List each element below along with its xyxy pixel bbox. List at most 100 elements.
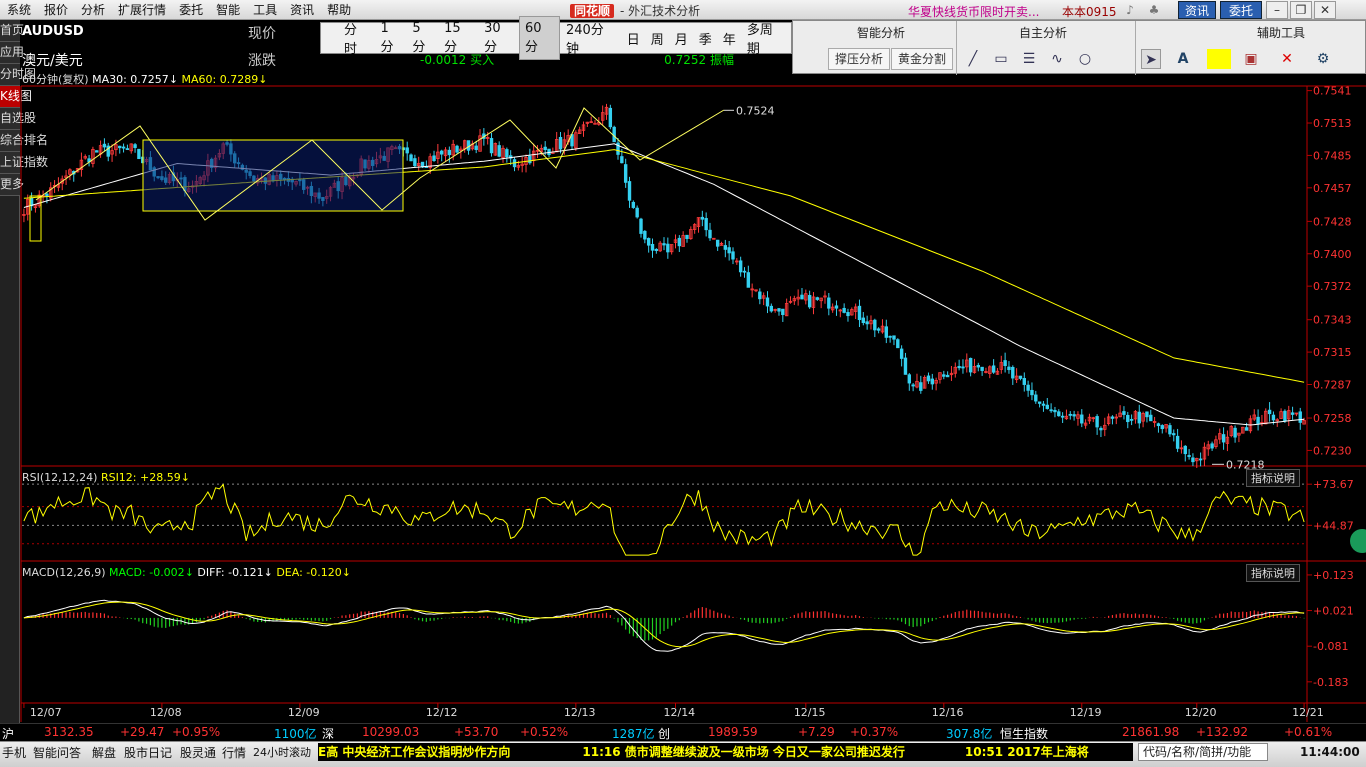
code-search-input[interactable]: 代码/名称/简拼/功能 [1138, 743, 1268, 761]
bottom-glt[interactable]: 股灵通 [180, 744, 216, 761]
candle-body [662, 243, 666, 246]
hs-value[interactable]: 21861.98 [1122, 725, 1179, 739]
ytick-label: 0.7230 [1313, 444, 1352, 457]
candle-body [807, 294, 812, 308]
macd-legend: MACD(12,26,9) MACD: -0.002↓ DIFF: -0.121… [22, 566, 351, 579]
candle-body [1072, 414, 1076, 417]
candle-body [543, 146, 547, 151]
candle-body [1126, 414, 1130, 423]
candle-body [1045, 404, 1049, 409]
candle-body [455, 145, 459, 153]
candle-body [635, 207, 639, 218]
hs-change: +132.92 [1196, 725, 1249, 739]
candle-body [961, 366, 965, 369]
sz-value[interactable]: 10299.03 [362, 725, 419, 739]
candle-body [903, 357, 908, 375]
xtick-label: 12/21 [1292, 706, 1324, 719]
candle-body [942, 374, 946, 377]
candle-body [1145, 411, 1149, 418]
candle-body [643, 230, 647, 240]
kline-chart[interactable]: 0.7541 0.7513 0.7485 0.7457 0.7428 0.7400 0.73… [0, 0, 1366, 767]
candle-body [1210, 443, 1214, 449]
bottom-diary[interactable]: 股市日记 [124, 744, 172, 761]
candle-body [1256, 416, 1260, 425]
sz-change: +53.70 [454, 725, 499, 739]
candle-body [639, 218, 643, 234]
hs-pct: +0.61% [1284, 725, 1333, 739]
rsi12-line [23, 483, 1305, 556]
candle-body [1122, 411, 1126, 415]
candle-body [1172, 433, 1176, 436]
candle-body [1168, 425, 1172, 435]
candle-body [919, 382, 923, 391]
candle-body [1099, 427, 1103, 431]
candle-body [409, 154, 413, 162]
candle-body [646, 238, 651, 246]
rsi-legend: RSI(12,12,24) RSI12: +28.59↓ [22, 471, 190, 484]
index-status-bar: 沪 3132.35 +29.47 +0.95% 1100亿 深 10299.03… [0, 723, 1366, 741]
candle-body [857, 305, 862, 321]
sh-amount: 1100亿 [274, 727, 317, 741]
bottom-jiepan[interactable]: 解盘 [92, 744, 116, 761]
candle-body [1095, 416, 1099, 428]
xtick-label: 12/07 [30, 706, 62, 719]
candle-body [1080, 414, 1084, 424]
high-label: 0.7524 [736, 104, 775, 117]
bottom-24h[interactable]: 24小时滚动 [253, 744, 311, 760]
candle-body [650, 243, 655, 251]
candle-body [704, 218, 708, 231]
cy-change: +7.29 [798, 725, 835, 739]
candle-body [439, 150, 444, 155]
candle-body [627, 181, 632, 201]
candle-body [1011, 366, 1015, 379]
hs-label: 恒生指数 [1000, 727, 1049, 741]
candle-body [846, 312, 850, 317]
ytick-label: 0.7513 [1313, 117, 1352, 130]
candle-body [1183, 445, 1187, 455]
candle-body [505, 149, 509, 158]
candle-body [911, 384, 915, 387]
rsi-explain-button[interactable]: 指标说明 [1246, 469, 1300, 487]
candle-body [1007, 366, 1011, 371]
rsi-ytick-label: +73.67 [1313, 478, 1354, 491]
sh-value[interactable]: 3132.35 [44, 725, 94, 739]
candle-body [907, 374, 912, 384]
candle-body [896, 339, 900, 349]
macd-ytick-label: +0.021 [1313, 605, 1354, 618]
macd-explain-button[interactable]: 指标说明 [1246, 564, 1300, 582]
ytick-label: 0.7457 [1313, 182, 1352, 195]
candle-body [899, 348, 904, 359]
candle-body [888, 335, 892, 338]
candle-body [1129, 418, 1134, 421]
candle-body [623, 164, 628, 183]
candle-body [1068, 413, 1072, 416]
float-badge-icon [1350, 529, 1366, 553]
candle-body [1034, 394, 1038, 402]
macd-ytick-label: +0.123 [1313, 569, 1354, 582]
candle-body [769, 305, 774, 312]
sz-pct: +0.52% [520, 725, 569, 739]
candle-body [137, 148, 141, 160]
bottom-bar: 手机 智能问答 解盘 股市日记 股灵通 行情 24小时滚动 E高 中央经济工作会… [0, 741, 1366, 767]
candle-body [991, 365, 996, 373]
candle-body [842, 307, 846, 313]
news-ticker[interactable]: E高 中央经济工作会议指明炒作方向 11:16 债市调整继续波及一级市场 今日又… [318, 743, 1133, 761]
xtick-label: 12/12 [426, 706, 458, 719]
bottom-quotes[interactable]: 行情 [222, 744, 246, 761]
candle-body [777, 308, 781, 312]
candle-body [677, 237, 682, 247]
candle-body [930, 378, 934, 385]
xtick-label: 12/19 [1070, 706, 1102, 719]
xtick-label: 12/09 [288, 706, 320, 719]
cy-label: 创 [658, 727, 671, 741]
bottom-qa[interactable]: 智能问答 [33, 744, 81, 761]
candle-body [1160, 425, 1164, 430]
consolidation-box [142, 139, 404, 212]
candle-body [405, 147, 409, 154]
candle-body [827, 297, 831, 309]
cy-value[interactable]: 1989.59 [708, 725, 758, 739]
candle-body [45, 193, 49, 197]
bottom-mobile[interactable]: 手机 [2, 744, 26, 761]
ytick-label: 0.7315 [1313, 346, 1352, 359]
ytick-label: 0.7400 [1313, 248, 1352, 261]
